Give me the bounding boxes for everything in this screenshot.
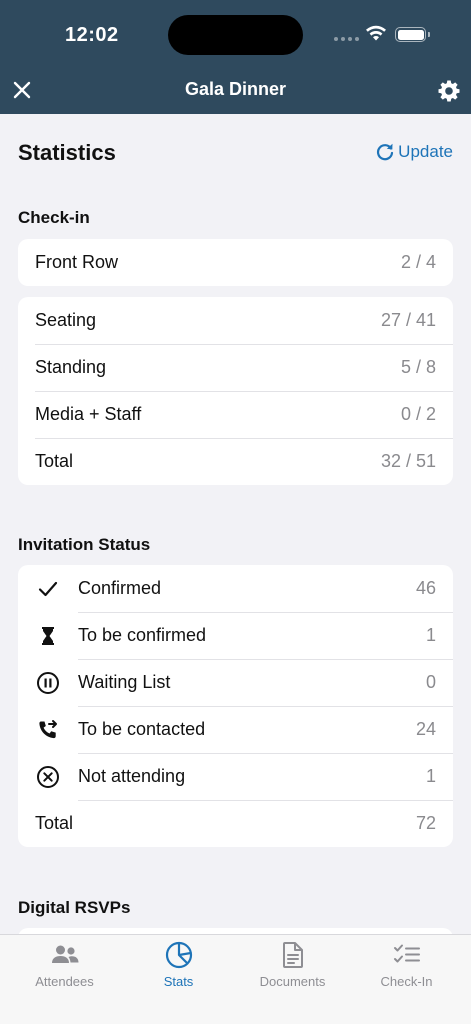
tab-label: Stats [163,974,194,989]
settings-button[interactable] [436,78,462,104]
battery-icon [395,27,426,42]
list-item: To be confirmed 1 [18,612,453,659]
row-label: Media + Staff [35,404,142,424]
wifi-icon [365,24,387,47]
section-checkin-label: Check-in [18,208,90,227]
list-item: Standing 5 / 8 [18,344,453,391]
tab-check-in[interactable]: Check-In [350,935,463,989]
row-value: 46 [415,578,436,598]
list-item: Total 32 / 51 [18,438,453,485]
invitation-card: Confirmed 46 To be confirmed 1 Waiting L… [18,565,453,847]
row-label: Front Row [35,252,119,272]
row-label: Total [35,451,74,471]
tab-stats[interactable]: Stats [122,935,235,989]
list-item: Total 72 [18,800,453,847]
row-value: 0 / 2 [400,404,436,424]
tab-label: Attendees [35,974,94,989]
tab-label: Check-In [380,974,433,989]
list-item: Confirmed 46 [18,565,453,612]
row-label: Confirmed [78,578,162,598]
row-label: Waiting List [78,672,171,692]
row-value: 1 [425,766,436,786]
list-item: Front Row 2 / 4 [18,239,453,286]
update-button[interactable]: Update [375,142,453,162]
dynamic-island [168,15,303,55]
tab-attendees[interactable]: Attendees [8,935,121,989]
row-label: To be contacted [78,719,206,739]
phone-forward-icon [39,719,57,738]
list-item: Media + Staff 0 / 2 [18,391,453,438]
list-item: Seating 27 / 41 [18,297,453,344]
list-item: Not attending 1 [18,753,453,800]
list-item: Waiting List 0 [18,659,453,706]
checkmark-icon [38,581,58,596]
row-value: 72 [415,813,436,833]
row-value: 24 [415,719,436,739]
cellular-signal-icon [334,37,359,41]
page-title: Statistics [18,140,116,165]
row-value: 27 / 41 [380,310,436,330]
document-icon [282,942,303,968]
front-row-card: Front Row 2 / 4 [18,239,453,286]
hourglass-icon [42,626,54,645]
row-label: Total [35,813,74,833]
list-item: To be contacted 24 [18,706,453,753]
row-value: 1 [425,625,436,645]
x-circle-icon [37,765,59,788]
row-label: To be confirmed [78,625,207,645]
status-time: 12:02 [65,24,119,46]
section-digital-label: Digital RSVPs [18,898,131,917]
nav-title: Gala Dinner [184,79,287,99]
row-value: 32 / 51 [380,451,436,471]
row-value: 5 / 8 [400,357,436,377]
navigation-header: 12:02 Gala Dinner [0,0,471,114]
pie-chart-icon [165,941,192,969]
tab-label: Documents [259,974,326,989]
row-label: Seating [35,310,97,330]
section-invitation-label: Invitation Status [18,535,151,554]
row-value: 0 [425,672,436,692]
row-value: 2 / 4 [400,252,436,272]
tab-bar: Attendees Stats Documents Check-In [0,934,471,1024]
people-icon [51,945,78,963]
tab-documents[interactable]: Documents [236,935,349,989]
pause-circle-icon [37,671,59,694]
checkin-card: Seating 27 / 41 Standing 5 / 8 Media + S… [18,297,453,485]
row-label: Standing [35,357,107,377]
refresh-icon [377,143,394,161]
update-label: Update [398,142,453,161]
row-label: Not attending [78,766,186,786]
checklist-icon [393,944,420,963]
gear-icon [438,80,460,102]
